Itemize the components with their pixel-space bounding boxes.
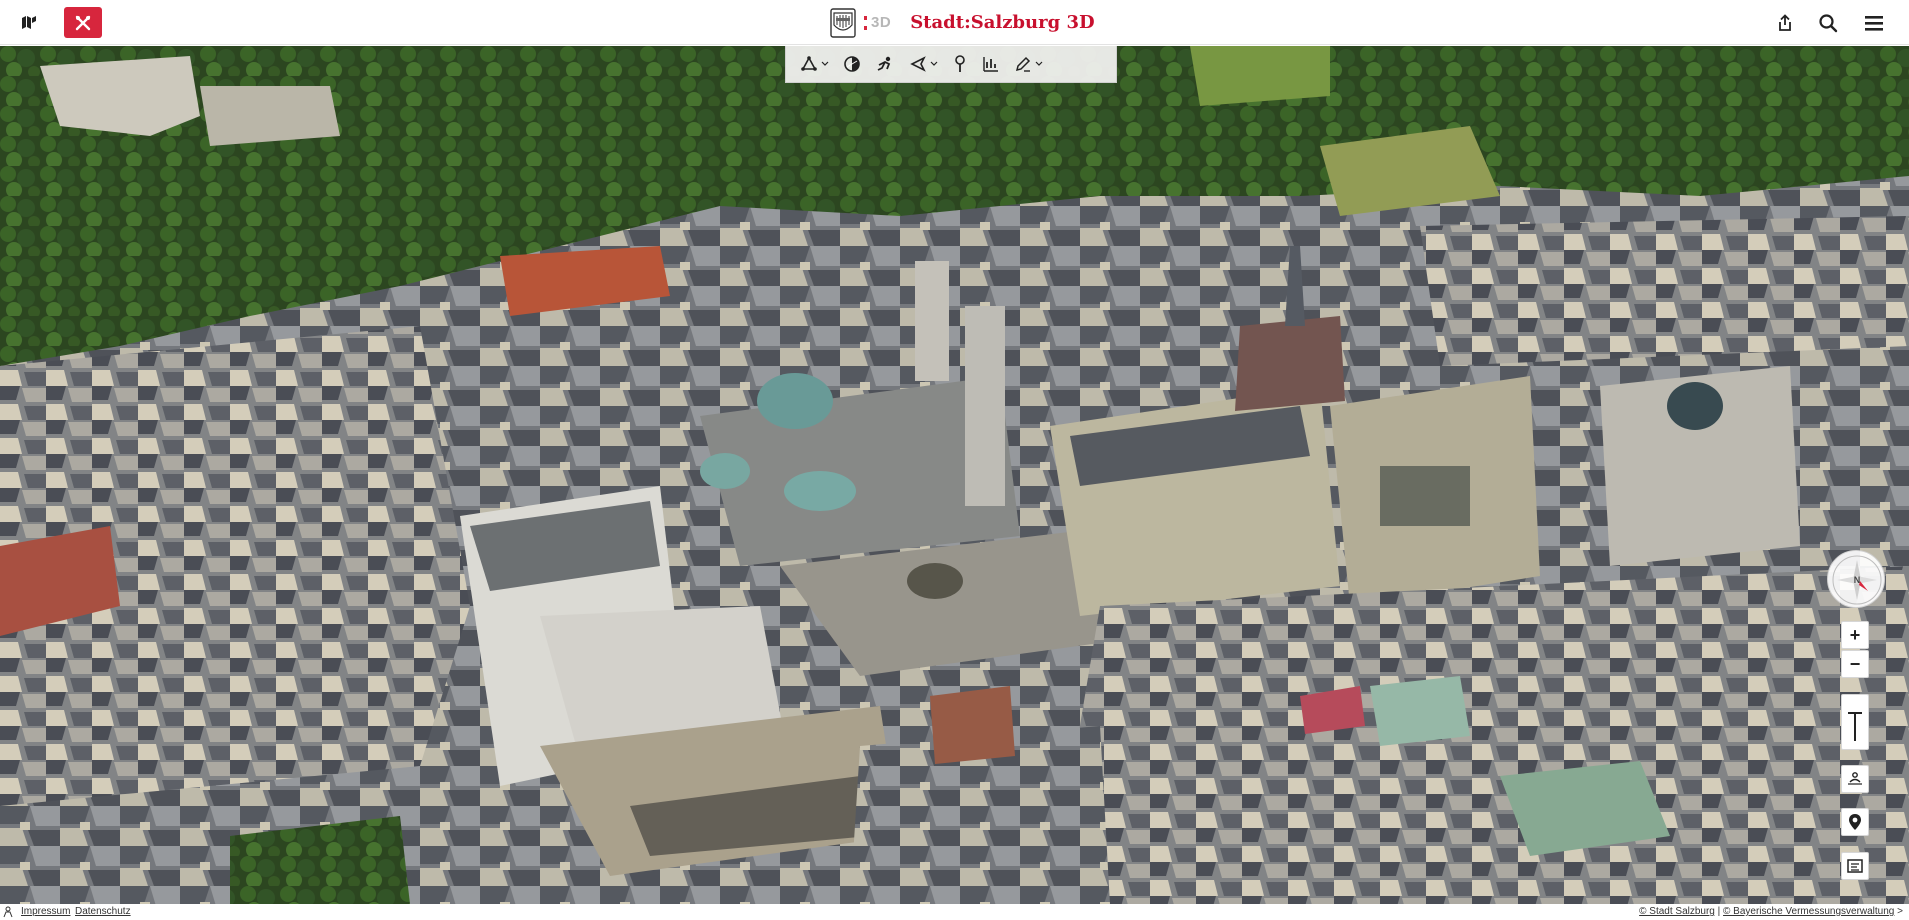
3d-map-view[interactable] — [0, 46, 1909, 904]
logo-separator — [864, 15, 867, 30]
shadow-icon — [844, 56, 860, 72]
menu-button[interactable] — [1859, 9, 1889, 37]
view-mode-button[interactable] — [1841, 765, 1869, 793]
zoom-in-button[interactable]: + — [1841, 621, 1869, 649]
app-branding: 3D Stadt:Salzburg 3D — [828, 6, 1095, 39]
map-compare-icon — [1847, 859, 1863, 873]
pin-icon — [955, 55, 965, 72]
height-profile-tool-button[interactable] — [982, 49, 1000, 79]
share-button[interactable] — [1771, 9, 1799, 37]
chevron-down-icon — [821, 61, 829, 66]
split-view-button[interactable] — [1841, 852, 1869, 880]
pin-tool-button[interactable] — [952, 49, 968, 79]
compass-north-label: N — [1854, 575, 1861, 585]
salzburg-crest-icon — [830, 7, 856, 38]
chevron-down-icon — [1035, 61, 1043, 66]
walk-mode-icon — [877, 56, 891, 71]
impressum-link[interactable]: Impressum — [21, 906, 70, 917]
compass-rose-icon: N — [1832, 555, 1882, 605]
zoom-out-button[interactable]: − — [1841, 650, 1869, 678]
menu-icon — [1865, 16, 1883, 31]
location-pin-icon — [1849, 814, 1861, 830]
credits-more-icon[interactable]: > — [1894, 906, 1903, 917]
search-icon — [1819, 14, 1838, 33]
map-credits: © Stadt Salzburg | © Bayerische Vermessu… — [1639, 906, 1903, 917]
credit-separator: | — [1714, 906, 1724, 917]
tools-icon — [75, 15, 91, 30]
app-header: 3D Stadt:Salzburg 3D — [0, 0, 1909, 45]
layers-button[interactable] — [14, 8, 44, 38]
draw-icon — [1015, 56, 1031, 72]
shadow-tool-button[interactable] — [843, 49, 861, 79]
search-button[interactable] — [1814, 9, 1842, 37]
layers-icon — [22, 16, 36, 29]
measure-tool-button[interactable] — [800, 49, 829, 79]
footer: Impressum Datenschutz © Stadt Salzburg |… — [0, 904, 1909, 920]
compass[interactable]: N — [1827, 550, 1885, 608]
datenschutz-link[interactable]: Datenschutz — [75, 906, 131, 917]
flight-tool-button[interactable] — [909, 49, 938, 79]
credit-bayern[interactable]: © Bayerische Vermessungsverwaltung — [1723, 906, 1894, 917]
walk-tool-button[interactable] — [875, 49, 895, 79]
tilt-handle-icon — [1848, 712, 1862, 741]
page-title: Stadt:Salzburg 3D — [910, 12, 1095, 33]
street-view-icon — [1848, 772, 1862, 785]
map-toolbar — [785, 46, 1117, 83]
measure-icon — [801, 56, 817, 71]
credit-stadt-salzburg[interactable]: © Stadt Salzburg — [1639, 906, 1715, 917]
logo-3d-text: 3D — [871, 14, 892, 31]
locate-button[interactable] — [1841, 808, 1869, 836]
chevron-down-icon — [930, 61, 938, 66]
plus-icon: + — [1849, 625, 1861, 645]
tilt-slider[interactable] — [1841, 694, 1869, 750]
share-icon — [1779, 14, 1791, 31]
minus-icon: − — [1849, 654, 1861, 674]
person-icon — [3, 906, 13, 918]
flight-icon — [910, 56, 926, 72]
tools-button[interactable] — [64, 7, 102, 38]
aerial-city-image — [0, 46, 1909, 904]
height-profile-icon — [983, 57, 998, 72]
draw-tool-button[interactable] — [1014, 49, 1043, 79]
